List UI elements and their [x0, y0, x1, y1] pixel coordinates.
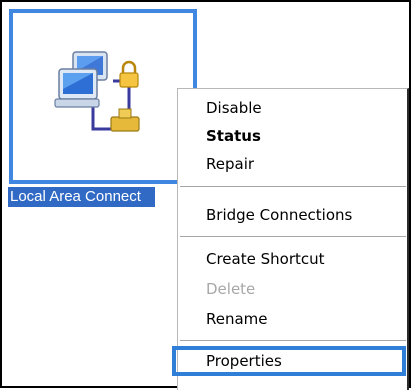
menu-item-delete: Delete: [206, 280, 256, 298]
menu-separator: [180, 340, 406, 341]
explorer-window: Local Area Connect Disable Status Repair…: [0, 0, 411, 390]
menu-item-disable[interactable]: Disable: [178, 94, 408, 122]
icon-selection-box[interactable]: [9, 9, 197, 184]
menu-item-repair[interactable]: Repair: [178, 150, 408, 178]
menu-item-create-shortcut[interactable]: Create Shortcut: [178, 245, 408, 273]
menu-separator: [180, 236, 406, 237]
network-connection-icon[interactable]: [53, 47, 143, 147]
menu-item-bridge-connections[interactable]: Bridge Connections: [178, 201, 408, 229]
context-menu: Disable Status Repair Bridge Connections…: [172, 88, 409, 390]
menu-item-properties[interactable]: Properties: [172, 346, 406, 376]
menu-item-status[interactable]: Status: [178, 122, 408, 150]
menu-item-rename[interactable]: Rename: [178, 305, 408, 333]
menu-separator: [180, 186, 406, 187]
icon-label[interactable]: Local Area Connect: [8, 187, 155, 207]
